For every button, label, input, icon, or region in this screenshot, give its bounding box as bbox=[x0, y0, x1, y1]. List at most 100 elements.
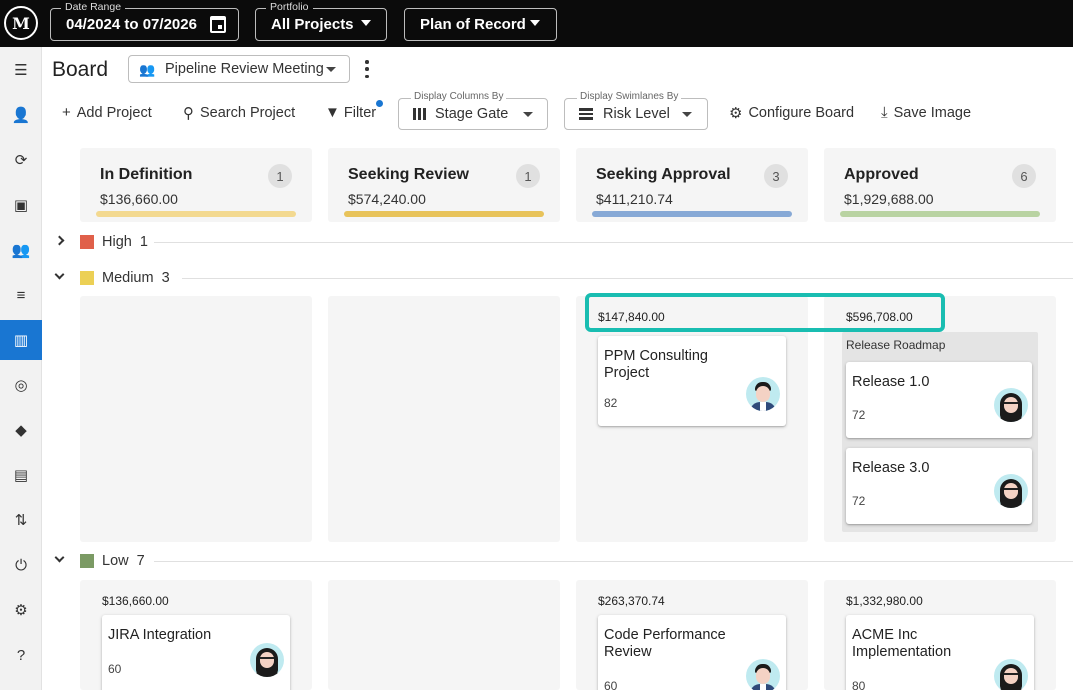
view-select-value: Pipeline Review Meeting bbox=[165, 61, 324, 77]
filter-icon: ▼ bbox=[325, 104, 340, 121]
project-card-code-performance[interactable]: Code Performance Review 60 bbox=[598, 615, 786, 690]
sidebar-help[interactable]: ? bbox=[0, 635, 42, 675]
avatar bbox=[746, 659, 780, 690]
sidebar-directions[interactable]: ◆ bbox=[0, 410, 42, 450]
sidebar-people[interactable]: 👥 bbox=[0, 230, 42, 270]
column-header-in-definition: In Definition $136,660.00 1 bbox=[80, 148, 312, 222]
portfolio-value: All Projects bbox=[271, 16, 354, 33]
release-roadmap-group[interactable]: Release Roadmap Release 1.0 72 Release 3… bbox=[842, 332, 1038, 532]
page-title: Board bbox=[52, 58, 109, 81]
view-select[interactable]: 👥 Pipeline Review Meeting bbox=[128, 55, 350, 83]
cell-medium-seeking-approval: $147,840.00 PPM Consulting Project 82 bbox=[576, 296, 808, 542]
swimlane-high[interactable]: High 1 bbox=[42, 232, 1073, 252]
badge-icon: ▣ bbox=[13, 197, 29, 214]
chevron-right-icon[interactable] bbox=[54, 235, 65, 246]
gear-icon: ⚙ bbox=[729, 105, 743, 122]
search-project-button[interactable]: ⚲ Search Project bbox=[183, 104, 295, 122]
save-image-button[interactable]: ⤓ Save Image bbox=[881, 104, 971, 121]
list-icon: ≡ bbox=[16, 286, 26, 304]
count-badge: 1 bbox=[516, 164, 540, 188]
sidebar-plug[interactable]: ⏻ bbox=[0, 545, 42, 585]
sidebar-document[interactable]: ▤ bbox=[0, 455, 42, 495]
download-icon: ⤓ bbox=[881, 104, 888, 121]
sidebar-settings[interactable]: ⚙ bbox=[0, 590, 42, 630]
column-color-bar bbox=[344, 211, 544, 217]
cell-low-seeking-approval: $263,370.74 Code Performance Review 60 bbox=[576, 580, 808, 690]
chevron-down-icon bbox=[682, 112, 692, 117]
project-card-jira-integration[interactable]: JIRA Integration 60 bbox=[102, 615, 290, 690]
column-header-seeking-approval: Seeking Approval $411,210.74 3 bbox=[576, 148, 808, 222]
help-icon: ? bbox=[16, 646, 26, 664]
chevron-down-icon bbox=[361, 20, 371, 26]
avatar bbox=[994, 659, 1028, 690]
sidebar-target[interactable]: ◎ bbox=[0, 365, 42, 405]
swimlane-low[interactable]: Low 7 bbox=[42, 551, 1073, 571]
columns-by-select[interactable]: Display Columns By Stage Gate bbox=[398, 91, 548, 130]
cell-low-seeking-review bbox=[328, 580, 560, 690]
sidebar-menu[interactable]: ☰ bbox=[0, 50, 42, 90]
swimlanes-by-legend: Display Swimlanes By bbox=[577, 91, 682, 103]
column-color-bar bbox=[96, 211, 296, 217]
plug-icon: ⏻ bbox=[15, 556, 27, 574]
settings-icon: ⚙ bbox=[14, 602, 28, 619]
count-badge: 1 bbox=[268, 164, 292, 188]
menu-icon: ☰ bbox=[14, 62, 28, 79]
sidebar-board[interactable]: ▥ bbox=[0, 320, 42, 360]
project-card-acme-inc[interactable]: ACME Inc Implementation 80 bbox=[846, 615, 1034, 690]
project-card-ppm-consulting[interactable]: PPM Consulting Project 82 bbox=[598, 336, 786, 426]
add-project-button[interactable]: + Add Project bbox=[62, 104, 152, 121]
sidebar-sort[interactable]: ⇅ bbox=[0, 500, 42, 540]
more-options-icon[interactable] bbox=[364, 60, 370, 78]
configure-board-button[interactable]: ⚙ Configure Board bbox=[729, 104, 854, 122]
board-icon: ▥ bbox=[13, 332, 29, 349]
columns-icon bbox=[413, 108, 426, 120]
date-range-select[interactable]: Date Range 04/2024 to 07/2026 bbox=[50, 1, 239, 41]
columns-by-value: Stage Gate bbox=[435, 106, 509, 122]
cell-medium-seeking-review bbox=[328, 296, 560, 542]
columns-by-legend: Display Columns By bbox=[411, 91, 507, 103]
filter-active-badge bbox=[376, 100, 383, 107]
refresh-icon: ⟳ bbox=[14, 152, 28, 169]
cell-medium-approved: $596,708.00 Release Roadmap Release 1.0 … bbox=[824, 296, 1056, 542]
filter-button[interactable]: ▼ Filter bbox=[325, 104, 376, 121]
sidebar-list[interactable]: ≡ bbox=[0, 275, 42, 315]
target-icon: ◎ bbox=[14, 377, 28, 394]
app-logo[interactable]: M bbox=[4, 6, 38, 40]
chevron-down-icon bbox=[326, 67, 336, 72]
lines-icon bbox=[579, 108, 593, 120]
swimlane-medium[interactable]: Medium 3 bbox=[42, 268, 1073, 288]
cell-total: $1,332,980.00 bbox=[846, 594, 923, 608]
column-header-seeking-review: Seeking Review $574,240.00 1 bbox=[328, 148, 560, 222]
avatar bbox=[250, 643, 284, 677]
calendar-icon[interactable] bbox=[210, 16, 226, 33]
chevron-down-icon bbox=[523, 112, 533, 117]
sidebar-refresh[interactable]: ⟳ bbox=[0, 140, 42, 180]
chevron-down-icon bbox=[530, 20, 540, 26]
count-badge: 6 bbox=[1012, 164, 1036, 188]
directions-icon: ◆ bbox=[15, 422, 27, 439]
cell-low-approved: $1,332,980.00 ACME Inc Implementation 80 bbox=[824, 580, 1056, 690]
lane-divider bbox=[154, 561, 1073, 562]
avatar bbox=[994, 474, 1028, 508]
avatar bbox=[746, 377, 780, 411]
chevron-down-icon[interactable] bbox=[54, 552, 65, 563]
people-icon: 👥 bbox=[139, 62, 156, 77]
date-range-value: 04/2024 to 07/2026 bbox=[66, 16, 197, 33]
column-color-bar bbox=[840, 211, 1040, 217]
plan-select[interactable]: Plan of Record bbox=[404, 8, 557, 41]
plan-value: Plan of Record bbox=[420, 16, 526, 33]
people-icon: 👥 bbox=[11, 242, 31, 259]
lane-color-swatch bbox=[80, 235, 94, 249]
column-header-approved: Approved $1,929,688.00 6 bbox=[824, 148, 1056, 222]
portfolio-select[interactable]: Portfolio All Projects bbox=[255, 1, 387, 41]
group-label: Release Roadmap bbox=[846, 338, 946, 352]
top-bar: M Date Range 04/2024 to 07/2026 Portfoli… bbox=[0, 0, 1073, 47]
project-card-release-1[interactable]: Release 1.0 72 bbox=[846, 362, 1032, 438]
swimlanes-by-select[interactable]: Display Swimlanes By Risk Level bbox=[564, 91, 708, 130]
sort-arrows-icon: ⇅ bbox=[14, 512, 28, 529]
count-badge: 3 bbox=[764, 164, 788, 188]
project-card-release-3[interactable]: Release 3.0 72 bbox=[846, 448, 1032, 524]
sidebar-badge[interactable]: ▣ bbox=[0, 185, 42, 225]
chevron-down-icon[interactable] bbox=[54, 269, 65, 280]
sidebar-users[interactable]: 👤 bbox=[0, 95, 42, 135]
